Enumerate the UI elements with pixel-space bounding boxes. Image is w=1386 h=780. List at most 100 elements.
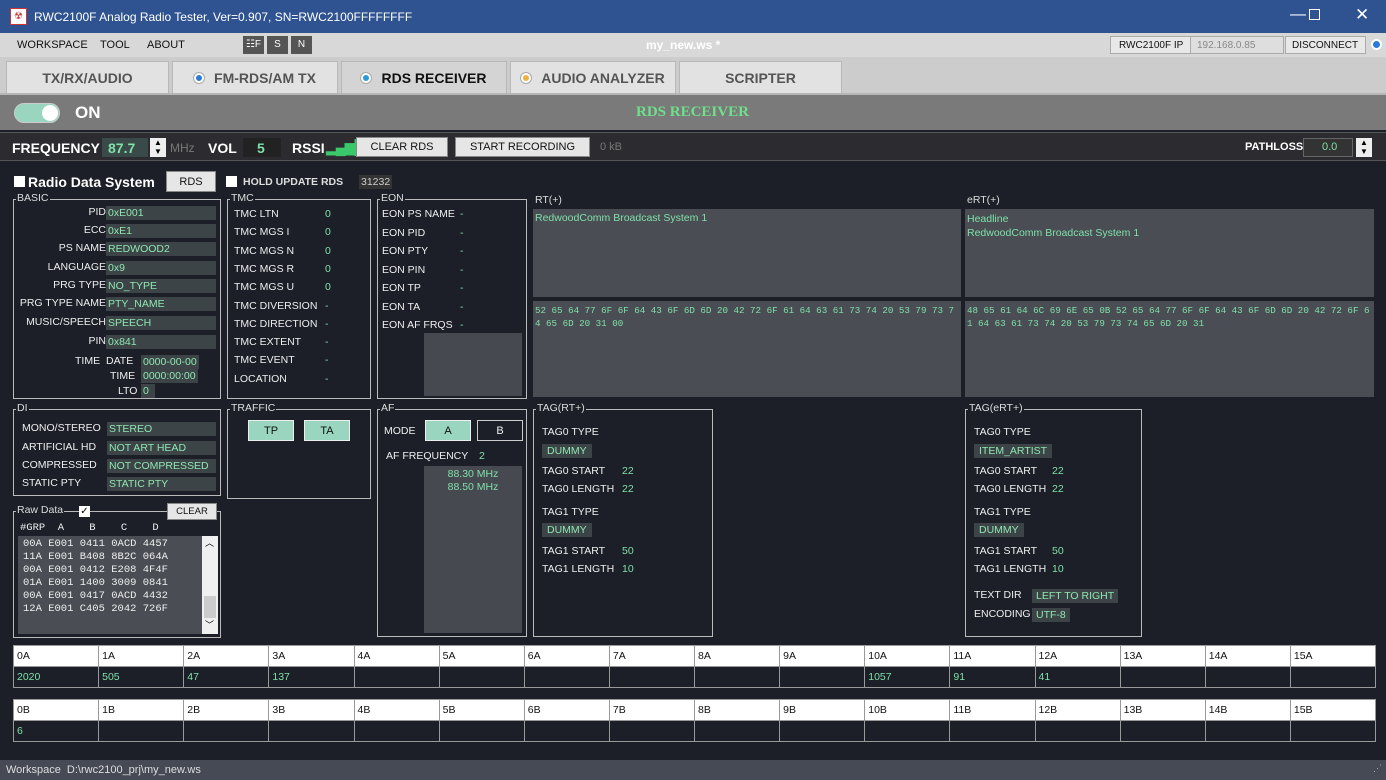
group-a-header-cell: 6A bbox=[523, 645, 610, 667]
af-label: AF bbox=[380, 402, 396, 414]
clear-rds-button[interactable]: CLEAR RDS bbox=[356, 137, 448, 157]
menu-tool[interactable]: TOOL bbox=[100, 39, 130, 51]
rds-checkbox[interactable] bbox=[14, 176, 25, 187]
tmc-row-label: TMC MGS R bbox=[234, 262, 295, 275]
frequency-spinner-icon[interactable]: ▲ ▼ bbox=[150, 138, 166, 157]
etag0-type-value: ITEM_ARTIST bbox=[974, 444, 1053, 458]
tag0-type-value: DUMMY bbox=[542, 444, 592, 458]
vol-input[interactable]: 5 bbox=[243, 138, 281, 157]
tmc-row-value: - bbox=[325, 372, 329, 385]
af-mode-a-button[interactable]: A bbox=[425, 420, 471, 441]
pathloss-input[interactable]: 0.0 bbox=[1303, 138, 1353, 157]
group-b-header-cell: 4B bbox=[353, 699, 440, 721]
prg-type-name-value: PTY_NAME bbox=[106, 297, 216, 311]
window-title: RWC2100F Analog Radio Tester, Ver=0.907,… bbox=[34, 10, 413, 24]
tab-txrxaudio[interactable]: TX/RX/AUDIO bbox=[6, 61, 169, 93]
power-bar: ON RDS RECEIVER bbox=[0, 93, 1386, 130]
tab-rds-receiver[interactable]: RDS RECEIVER bbox=[341, 61, 507, 93]
tab-audio-analyzer[interactable]: AUDIO ANALYZER bbox=[510, 61, 676, 93]
tag0-start-label: TAG0 START bbox=[542, 465, 606, 477]
af-frequency-list[interactable]: 88.30 MHz 88.50 MHz bbox=[424, 466, 522, 633]
tag-ert-panel: TAG(eRT+) TAG0 TYPE ITEM_ARTIST TAG0 STA… bbox=[965, 402, 1142, 637]
group-b-count-cell bbox=[183, 720, 270, 742]
raw-scrollbar[interactable]: ︿ ﹀ bbox=[202, 536, 218, 634]
menu-workspace[interactable]: WORKSPACE bbox=[17, 39, 88, 51]
raw-line: 12A E001 C405 2042 726F bbox=[23, 603, 168, 615]
group-b-header-cell: 8B bbox=[693, 699, 781, 721]
minimize-icon[interactable]: — bbox=[1290, 6, 1306, 24]
etag1-type-label: TAG1 TYPE bbox=[974, 506, 1031, 518]
group-b-header-cell: 13B bbox=[1119, 699, 1206, 721]
group-a-count-cell bbox=[693, 666, 781, 688]
tag-rt-panel: TAG(RT+) TAG0 TYPE DUMMY TAG0 START 22 TA… bbox=[533, 402, 713, 637]
rt-hex-box: 52 65 64 77 6F 6F 64 43 6F 6D 6D 20 42 7… bbox=[533, 301, 961, 397]
scroll-thumb[interactable] bbox=[204, 596, 216, 618]
maximize-icon[interactable] bbox=[1309, 9, 1320, 20]
menu-about[interactable]: ABOUT bbox=[147, 39, 185, 51]
tag0-start-value: 22 bbox=[622, 465, 634, 477]
s-icon[interactable]: S bbox=[267, 36, 288, 54]
group-a-count-cell: 505 bbox=[98, 666, 185, 688]
raw-clear-button[interactable]: CLEAR bbox=[167, 503, 217, 520]
hold-update-label: HOLD UPDATE RDS bbox=[243, 176, 344, 188]
group-a-count-cell bbox=[1119, 666, 1206, 688]
group-a-header-cell: 5A bbox=[438, 645, 525, 667]
hold-update-checkbox[interactable] bbox=[226, 176, 237, 187]
etag1-length-value: 10 bbox=[1052, 563, 1064, 575]
n-icon[interactable]: N bbox=[291, 36, 312, 54]
disconnect-button[interactable]: DISCONNECT bbox=[1285, 36, 1366, 54]
af-panel: AF MODE A B AF FREQUENCY 2 88.30 MHz 88.5… bbox=[377, 402, 527, 637]
rds-button[interactable]: RDS bbox=[166, 171, 216, 192]
close-icon[interactable]: ✕ bbox=[1355, 5, 1369, 25]
raw-line: 01A E001 1400 3009 0841 bbox=[23, 577, 168, 589]
eon-row-value: - bbox=[460, 226, 464, 239]
group-a-header-cell: 3A bbox=[268, 645, 355, 667]
tag1-type-label: TAG1 TYPE bbox=[542, 506, 599, 518]
group-a-header-cell: 1A bbox=[98, 645, 185, 667]
compressed-value: NOT COMPRESSED bbox=[107, 459, 216, 473]
scroll-down-icon[interactable]: ﹀ bbox=[205, 620, 214, 633]
status-dot-icon bbox=[361, 72, 372, 83]
af-list-item[interactable]: 88.50 MHz bbox=[424, 481, 522, 494]
pathloss-spinner-icon[interactable]: ▲ ▼ bbox=[1356, 138, 1372, 157]
date-label: DATE bbox=[106, 355, 134, 367]
prg-type-value: NO_TYPE bbox=[106, 279, 216, 293]
tmc-row-label: TMC DIRECTION bbox=[234, 317, 318, 330]
group-b-header-cell: 2B bbox=[183, 699, 270, 721]
raw-data-checkbox[interactable]: ✓ bbox=[79, 506, 90, 517]
lto-label: LTO bbox=[118, 385, 138, 397]
group-b-header-cell: 10B bbox=[864, 699, 951, 721]
mono-stereo-label: MONO/STEREO bbox=[22, 422, 101, 434]
group-b-count-cell bbox=[353, 720, 440, 742]
frequency-label: FREQUENCY bbox=[12, 140, 100, 156]
frequency-bar: FREQUENCY 87.7 ▲ ▼ MHz VOL 5 RSSI ▂▄▆█ CL… bbox=[0, 132, 1386, 161]
group-a-count-cell: 2020 bbox=[12, 666, 100, 688]
static-pty-value: STATIC PTY bbox=[107, 477, 216, 491]
rt-text-box: RedwoodComm Broadcast System 1 bbox=[533, 209, 961, 297]
group-a-count-cell bbox=[1204, 666, 1291, 688]
prg-type-label: PRG TYPE bbox=[53, 279, 106, 291]
start-recording-button[interactable]: START RECORDING bbox=[455, 137, 590, 157]
tab-fmrds-amtx[interactable]: FM-RDS/AM TX bbox=[172, 61, 338, 93]
af-mode-b-button[interactable]: B bbox=[477, 420, 523, 441]
tag1-start-label: TAG1 START bbox=[542, 545, 606, 557]
group-b-header-cell: 15B bbox=[1289, 699, 1377, 721]
group-b-header-cell: 7B bbox=[608, 699, 696, 721]
tag1-start-value: 50 bbox=[622, 545, 634, 557]
raw-line: 00A E001 0411 0ACD 4457 bbox=[23, 538, 168, 550]
ert-label: eRT(+) bbox=[967, 194, 1000, 206]
raw-list[interactable]: 00A E001 0411 0ACD 4457 11A E001 B408 8B2… bbox=[18, 536, 218, 634]
group-a-header-cell: 9A bbox=[779, 645, 866, 667]
group-b-count-cell bbox=[1119, 720, 1206, 742]
resize-grip-icon[interactable]: ⋰ bbox=[1373, 763, 1382, 774]
power-toggle[interactable] bbox=[14, 103, 60, 123]
raw-line: 11A E001 B408 8B2C 064A bbox=[23, 551, 168, 563]
af-list-item[interactable]: 88.30 MHz bbox=[424, 468, 522, 481]
tab-scripter[interactable]: SCRIPTER bbox=[679, 61, 842, 93]
frequency-input[interactable]: 87.7 bbox=[102, 138, 148, 157]
ip-input[interactable]: 192.168.0.85 bbox=[1190, 36, 1284, 54]
scroll-up-icon[interactable]: ︿ bbox=[205, 538, 214, 551]
etag0-length-label: TAG0 LENGTH bbox=[974, 483, 1047, 495]
group-b-header-cell: 12B bbox=[1034, 699, 1121, 721]
list-f-icon[interactable]: ☷F bbox=[243, 36, 264, 54]
